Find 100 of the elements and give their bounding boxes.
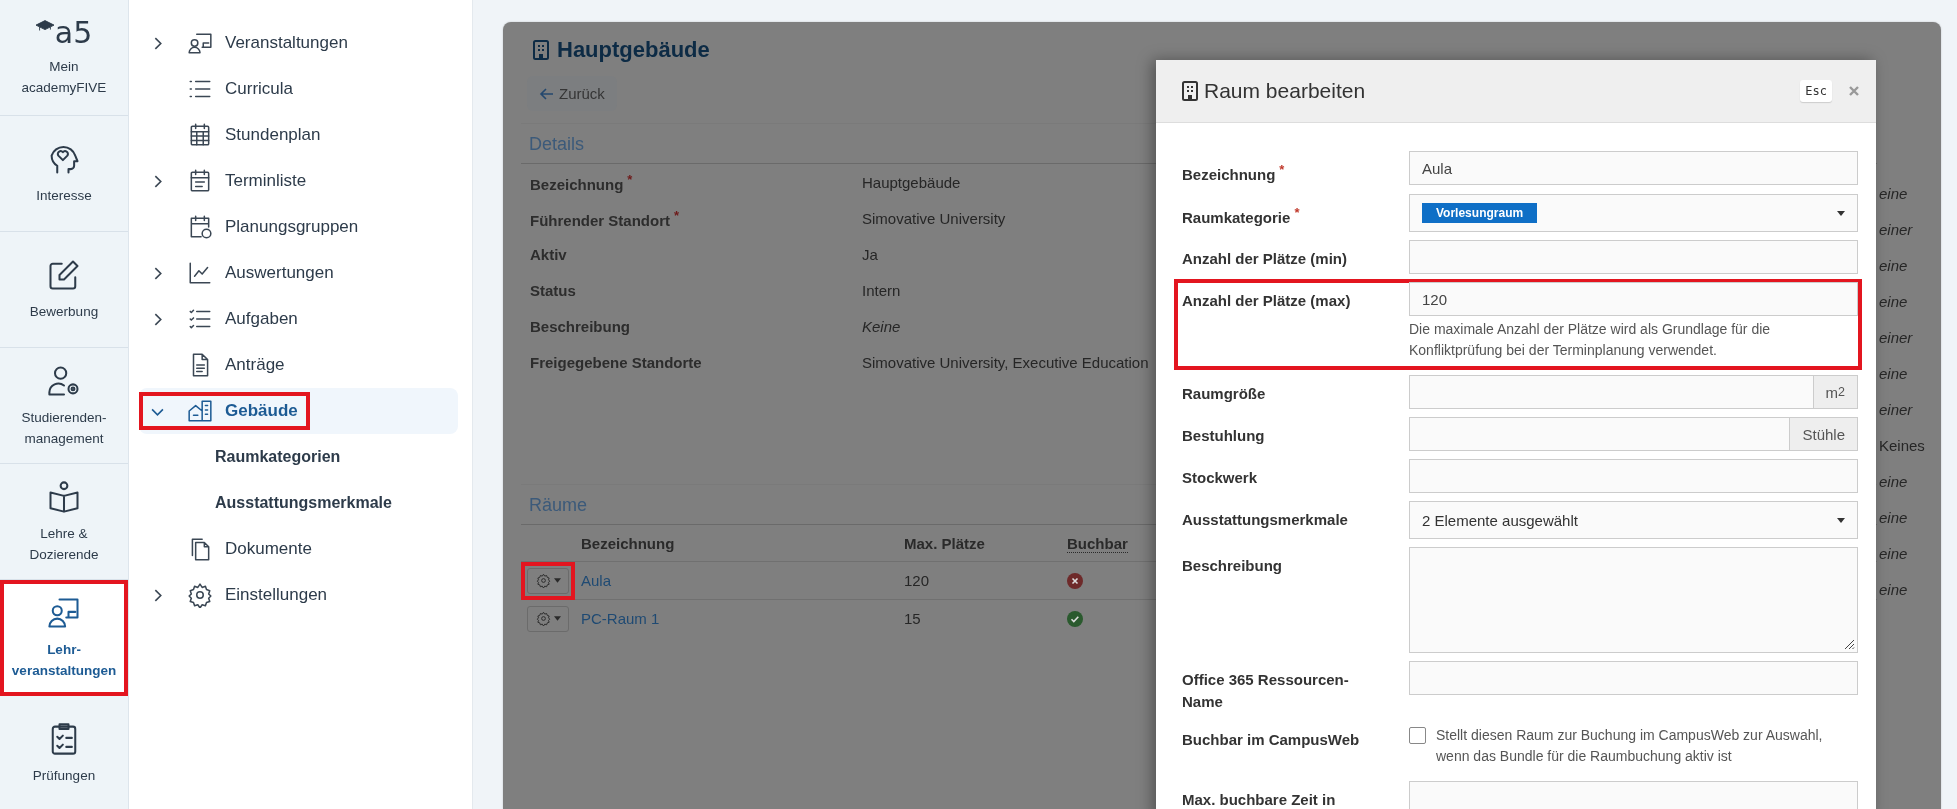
input-field[interactable]: [1409, 240, 1858, 274]
building-icon: [533, 40, 549, 60]
nav-label: Curricula: [225, 79, 294, 99]
nav-item[interactable]: Dokumente: [139, 526, 458, 572]
detail-value: Keines: [1878, 436, 1926, 456]
rail-item[interactable]: Interesse: [0, 116, 128, 232]
esc-key-hint: Esc: [1800, 80, 1832, 102]
detail-value: eine: [1878, 580, 1909, 600]
gear-icon: [187, 582, 213, 608]
nav-item[interactable]: Terminliste: [139, 158, 458, 204]
detail-value: einer: [1878, 220, 1914, 240]
nav-label: Veranstaltungen: [225, 33, 348, 53]
cap-icon: [35, 19, 54, 32]
arrow-left-icon: [539, 85, 555, 102]
unit-addon: Stühle: [1790, 417, 1858, 451]
detail-value: einer: [1878, 400, 1914, 420]
resize-grip-icon[interactable]: [1843, 638, 1855, 650]
input-field[interactable]: Aula: [1409, 151, 1858, 185]
column-header: Bezeichnung: [581, 534, 676, 552]
field-label: Bestuhlung: [1182, 426, 1266, 446]
caret-icon: [1837, 517, 1845, 523]
field-label: Anzahl der Plätze (max): [1182, 291, 1352, 311]
detail-label: Status: [530, 281, 577, 299]
input-field[interactable]: [1409, 661, 1858, 695]
dialog-title: Raum bearbeiten: [1204, 79, 1367, 103]
chart-icon: [187, 260, 213, 286]
nav-label: Terminliste: [225, 171, 307, 191]
nav-item[interactable]: Aufgaben: [139, 296, 458, 342]
detail-value: eine: [1878, 256, 1909, 276]
nav-label: Dokumente: [225, 539, 312, 559]
field-label: Bezeichnung $^{*}$: [1182, 161, 1286, 185]
field-label: Raumkategorie $^{*}$: [1182, 204, 1301, 228]
close-icon[interactable]: [1848, 85, 1860, 97]
detail-label: Führender Standort $^{*}$: [530, 207, 681, 229]
table-cell-text: 120: [904, 572, 931, 589]
rail-item[interactable]: Bewerbung: [0, 232, 128, 348]
field-label: Raumgröße: [1182, 384, 1267, 404]
input-field[interactable]: [1409, 459, 1858, 493]
help-text: Die maximale Anzahl der Plätze wird als Grundlage für die Konfliktprüfung bei der Terminplanung verwendet.: [1409, 320, 1772, 360]
nav-label: Einstellungen: [225, 585, 328, 605]
input-field[interactable]: [1409, 417, 1791, 451]
book-icon: [46, 478, 82, 515]
detail-value: Simovative University, Executive Education: [862, 353, 1149, 371]
caret-icon: [553, 578, 561, 583]
building-icon: [1182, 81, 1198, 101]
field-label: Max. buchbare Zeit in: [1182, 790, 1337, 809]
detail-value: eine: [1878, 292, 1909, 312]
detail-value: einer: [1878, 328, 1914, 348]
nav-item[interactable]: Einstellungen: [139, 572, 458, 618]
detail-value: Hauptgebäude: [862, 173, 961, 191]
field-label: Anzahl der Plätze (min): [1182, 249, 1349, 269]
field-label: Buchbar im CampusWeb: [1182, 730, 1361, 750]
nav-label: Auswertungen: [225, 263, 334, 283]
field-label: Beschreibung: [1182, 556, 1284, 576]
rail-item[interactable]: Lehr-veranstaltungen: [0, 580, 128, 696]
column-header: Buchbar: [1067, 534, 1128, 553]
actions-dropdown[interactable]: [527, 605, 569, 632]
input-field[interactable]: [1409, 375, 1814, 409]
tag: Vorlesungraum: [1422, 203, 1538, 223]
rail-item[interactable]: Studierenden-management: [0, 348, 128, 464]
nav-label: Planungsgruppen: [225, 217, 359, 237]
rail-item[interactable]: a5 Mein academyFIVE: [0, 0, 128, 116]
nav-item[interactable]: Curricula: [139, 66, 458, 112]
nav-item[interactable]: Veranstaltungen: [139, 20, 458, 66]
detail-label: Freigegebene Standorte: [530, 353, 703, 371]
detail-value: eine: [1878, 364, 1909, 384]
select-field[interactable]: 2 Elemente ausgewählt: [1409, 501, 1858, 539]
detail-value: Simovative University: [862, 209, 1006, 227]
detail-label: Beschreibung: [530, 317, 632, 335]
input-field[interactable]: [1409, 781, 1858, 809]
nav-item[interactable]: Stundenplan: [139, 112, 458, 158]
checkbox[interactable]: [1409, 727, 1426, 744]
actions-dropdown[interactable]: [527, 567, 569, 594]
nav-item[interactable]: Planungsgruppen: [139, 204, 458, 250]
detail-value: Ja: [862, 245, 878, 263]
gear-icon: [535, 611, 551, 626]
table-cell-text: 15: [904, 610, 922, 627]
detail-value: eine: [1878, 184, 1909, 204]
detail-value: eine: [1878, 472, 1909, 492]
field-label: Office 365 Ressourcen-Name: [1182, 670, 1350, 712]
detail-label: Bezeichnung $^{*}$: [530, 171, 634, 193]
nav-label: Anträge: [225, 355, 285, 375]
nav-label: Aufgaben: [225, 309, 298, 329]
detail-value: eine: [1878, 544, 1909, 564]
gear-icon: [535, 573, 551, 588]
input-field[interactable]: 120: [1409, 282, 1858, 316]
nav-item[interactable]: Gebäude: [139, 388, 458, 434]
detail-label: Aktiv: [530, 245, 568, 263]
category-select[interactable]: Vorlesungraum: [1409, 194, 1858, 232]
nav-label: Stundenplan: [225, 125, 321, 145]
nav-subitem[interactable]: Ausstattungsmerkmale: [139, 480, 458, 526]
nav-item[interactable]: Auswertungen: [139, 250, 458, 296]
caret-icon: [1837, 210, 1845, 216]
nav-label: Gebäude: [225, 401, 298, 421]
nav-subitem[interactable]: Raumkategorien: [139, 434, 458, 480]
rail-item[interactable]: Prüfungen: [0, 696, 128, 809]
nav-item[interactable]: Anträge: [139, 342, 458, 388]
detail-value: eine: [1878, 508, 1909, 528]
column-header: Max. Plätze: [904, 534, 986, 552]
checkbox-description: Stellt diesen Raum zur Buchung im CampusWeb zur Auswahl, wenn das Bundle für die Raumbuchung aktiv ist: [1436, 726, 1824, 766]
